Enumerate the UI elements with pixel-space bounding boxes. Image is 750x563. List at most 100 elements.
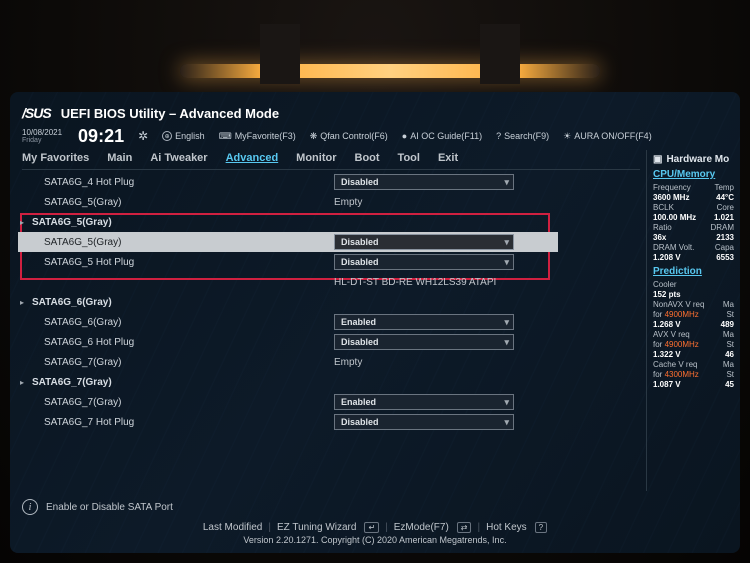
temp-value: 44°C [716,193,734,202]
brand-logo: /SUS [22,105,51,121]
tab-exit[interactable]: Exit [438,152,458,167]
aura-icon: ☀ [563,131,571,142]
ratio-label: Ratio [653,223,672,232]
settings-row: SATA6G_7(Gray)Enabled [18,392,558,412]
dramvolt-value: 1.208 V [653,253,681,262]
settings-group[interactable]: ▸SATA6G_5(Gray) [18,212,558,232]
prediction-header: Prediction [653,266,734,277]
aioc-button[interactable]: ●AI OC Guide(F11) [402,131,482,141]
bulb-icon: ● [402,131,407,141]
setting-label: SATA6G_6(Gray) [24,317,334,328]
setting-label: SATA6G_7 Hot Plug [24,417,334,428]
setting-label: SATA6G_6(Gray) [24,297,334,308]
setting-dropdown[interactable]: Enabled [334,394,514,410]
photo-background: /SUS UEFI BIOS Utility – Advanced Mode 1… [0,0,750,563]
last-modified-button[interactable]: Last Modified [203,522,262,533]
fan-icon: ❋ [310,131,318,142]
settings-group[interactable]: ▸SATA6G_7(Gray) [18,372,558,392]
tab-favorites[interactable]: My Favorites [22,152,89,167]
settings-row: SATA6G_5(Gray)Disabled [18,232,558,252]
tab-tool[interactable]: Tool [398,152,420,167]
setting-value-text: Empty [334,197,362,208]
time-text: 09:21 [78,126,124,147]
globe-icon: ⊕ [162,131,172,141]
switch-key-icon: ⇄ [457,522,472,533]
chevron-right-icon: ▸ [20,298,24,307]
setting-dropdown[interactable]: Disabled [334,174,514,190]
tab-boot[interactable]: Boot [355,152,380,167]
setting-dropdown[interactable]: Disabled [334,254,514,270]
bclk-value: 100.00 MHz [653,213,696,222]
settings-row: SATA6G_5 Hot PlugDisabled [18,252,558,272]
bclk-label: BCLK [653,203,674,212]
setting-label: SATA6G_5(Gray) [24,237,334,248]
core-label: Core [717,203,734,212]
tab-monitor[interactable]: Monitor [296,152,336,167]
avx-label: AVX V req [653,330,690,339]
settings-group[interactable]: ▸SATA6G_6(Gray) [18,292,558,312]
settings-list: SATA6G_4 Hot PlugDisabledSATA6G_5(Gray)E… [18,172,558,491]
setting-label: SATA6G_6 Hot Plug [24,337,334,348]
setting-dropdown[interactable]: Disabled [334,334,514,350]
cache-label: Cache V req [653,360,697,369]
dram-label: DRAM [710,223,734,232]
settings-row: SATA6G_5(Gray)Empty [18,192,558,212]
cap-value: 6553 [716,253,734,262]
date-text: 10/08/2021 [22,129,62,137]
core-value: 1.021 [714,213,734,222]
setting-label: SATA6G_7(Gray) [24,377,334,388]
chip-icon: ▣ [653,154,662,165]
question-key-icon: ? [535,522,547,533]
tab-aitweaker[interactable]: Ai Tweaker [150,152,207,167]
cap-label: Capa [715,243,734,252]
hotkeys-button[interactable]: Hot Keys [486,522,527,533]
language-selector[interactable]: ⊕English [162,131,205,141]
ez-tuning-button[interactable]: EZ Tuning Wizard [277,522,356,533]
setting-dropdown[interactable]: Disabled [334,414,514,430]
search-button[interactable]: ?Search(F9) [496,131,549,141]
settings-row: SATA6G_4 Hot PlugDisabled [18,172,558,192]
cooler-label: Cooler [653,280,677,289]
freq-value: 3600 MHz [653,193,689,202]
title-bar: /SUS UEFI BIOS Utility – Advanced Mode [22,102,740,124]
dram-value: 2133 [716,233,734,242]
nonavx-freq: 4900MHz [665,310,699,319]
main-tabs: My Favorites Main Ai Tweaker Advanced Mo… [22,150,640,170]
enter-key-icon: ↵ [364,522,379,533]
help-text: Enable or Disable SATA Port [46,502,173,513]
settings-row: SATA6G_7 Hot PlugDisabled [18,412,558,432]
setting-value-text: Empty [334,357,362,368]
search-icon: ? [496,131,501,141]
tab-main[interactable]: Main [107,152,132,167]
temp-label: Temp [714,183,734,192]
setting-label: SATA6G_4 Hot Plug [24,177,334,188]
cache-freq: 4300MHz [665,370,699,379]
myfavorite-button[interactable]: ⌨MyFavorite(F3) [219,131,296,142]
cooler-value: 152 pts [653,290,681,299]
setting-dropdown[interactable]: Disabled [334,234,514,250]
setting-label: SATA6G_5(Gray) [24,217,334,228]
dramvolt-label: DRAM Volt. [653,243,694,252]
desk-lightbar [180,64,600,78]
setting-label: SATA6G_7(Gray) [24,357,334,368]
footer: Last Modified| EZ Tuning Wizard↵| EzMode… [10,522,740,545]
tab-advanced[interactable]: Advanced [226,152,279,167]
chevron-right-icon: ▸ [20,218,24,227]
gear-icon[interactable]: ✲ [138,129,148,143]
setting-label: SATA6G_7(Gray) [24,397,334,408]
help-bar: i Enable or Disable SATA Port [22,499,173,515]
day-text: Friday [22,137,62,144]
qfan-button[interactable]: ❋Qfan Control(F6) [310,131,388,142]
page-title: UEFI BIOS Utility – Advanced Mode [61,106,279,121]
settings-row: SATA6G_6 Hot PlugDisabled [18,332,558,352]
aura-button[interactable]: ☀AURA ON/OFF(F4) [563,131,652,142]
ezmode-button[interactable]: EzMode(F7) [394,522,449,533]
info-icon: i [22,499,38,515]
settings-row: SATA6G_6(Gray)Enabled [18,312,558,332]
cache-value: 1.087 V [653,380,681,389]
date-block: 10/08/2021 Friday [22,129,62,144]
chevron-right-icon: ▸ [20,378,24,387]
info-bar: 10/08/2021 Friday 09:21 ✲ ⊕English ⌨MyFa… [22,124,740,148]
setting-dropdown[interactable]: Enabled [334,314,514,330]
setting-value-text: HL-DT-ST BD-RE WH12LS39 ATAPI [334,277,496,288]
